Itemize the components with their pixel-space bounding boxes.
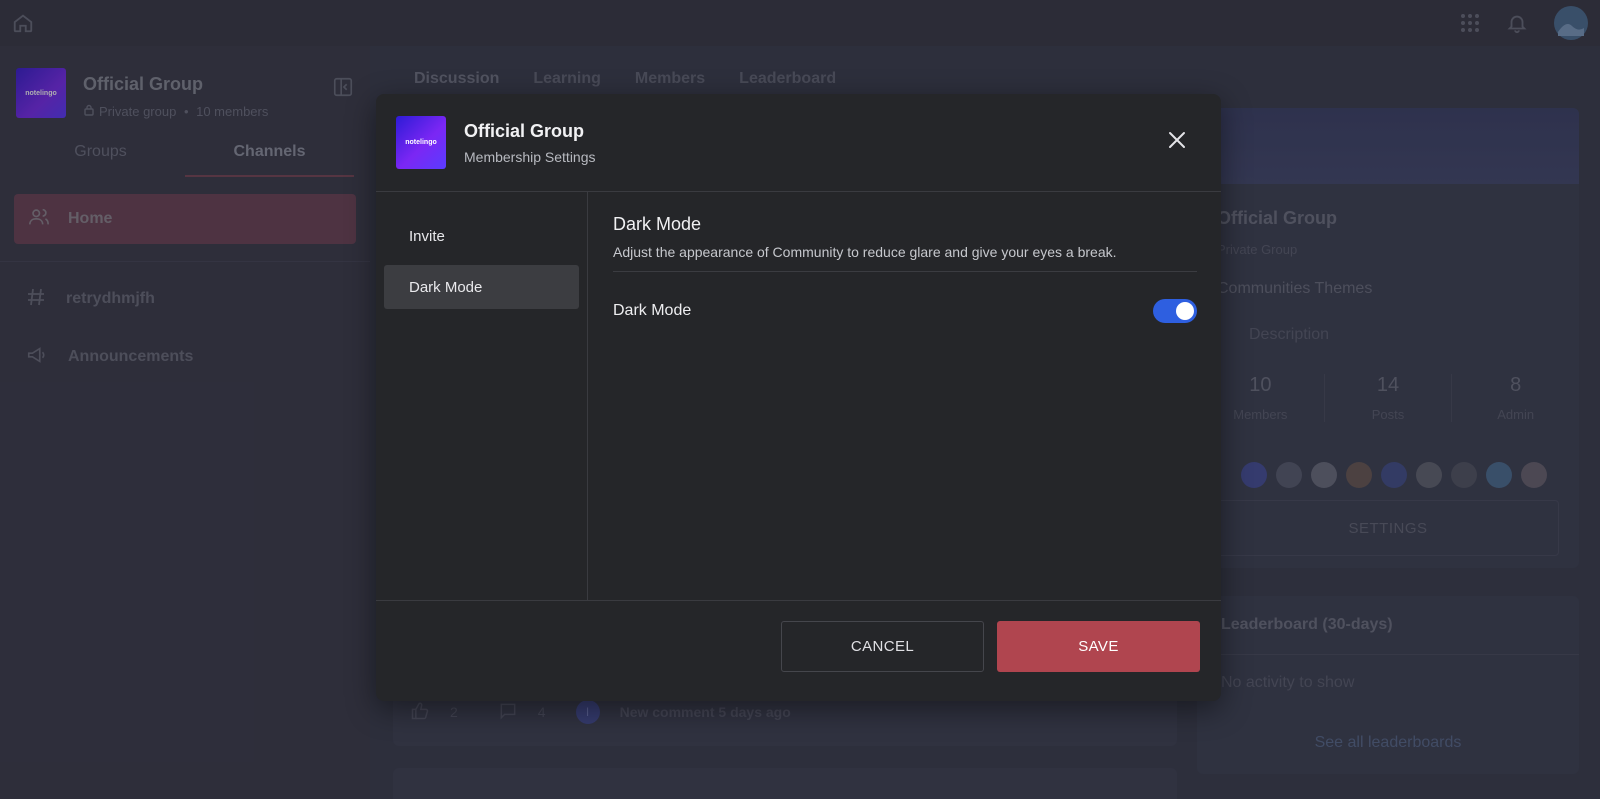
- modal-subtitle: Membership Settings: [464, 148, 596, 165]
- settings-panel: Dark Mode Adjust the appearance of Commu…: [613, 192, 1197, 323]
- close-icon: [1168, 131, 1186, 154]
- membership-settings-modal: notelingo Official Group Membership Sett…: [376, 94, 1221, 701]
- section-description: Adjust the appearance of Community to re…: [613, 244, 1117, 260]
- save-button[interactable]: SAVE: [997, 621, 1200, 672]
- cancel-button[interactable]: CANCEL: [781, 621, 984, 672]
- settings-menu: Invite Dark Mode: [376, 192, 588, 600]
- divider: [613, 271, 1197, 272]
- menu-item-dark-mode[interactable]: Dark Mode: [384, 265, 579, 309]
- dark-mode-toggle[interactable]: [1153, 299, 1197, 323]
- modal-title: Official Group: [464, 120, 585, 141]
- toggle-knob: [1176, 302, 1194, 320]
- modal-group-logo: notelingo: [396, 116, 446, 169]
- menu-item-invite[interactable]: Invite: [384, 214, 579, 258]
- section-title: Dark Mode: [613, 214, 702, 234]
- close-button[interactable]: [1163, 129, 1191, 157]
- group-logo-text: notelingo: [405, 139, 437, 146]
- dark-mode-label: Dark Mode: [613, 302, 692, 319]
